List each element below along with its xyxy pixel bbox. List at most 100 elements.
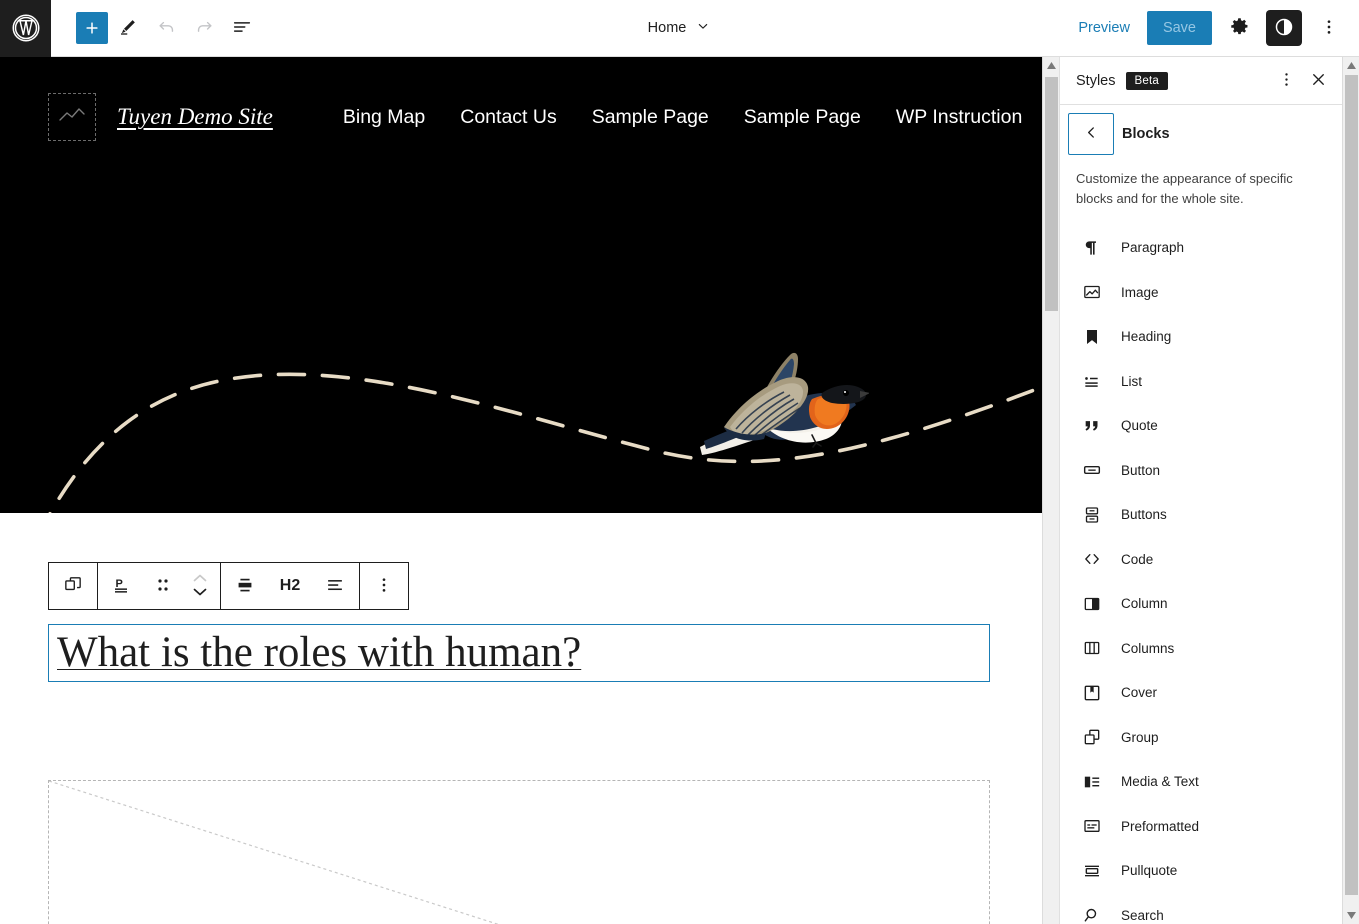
block-item-column[interactable]: Column — [1060, 581, 1342, 626]
list-view-icon — [231, 16, 253, 41]
button-icon — [1080, 458, 1104, 482]
undo-button[interactable] — [148, 10, 184, 46]
block-item-preformatted[interactable]: Preformatted — [1060, 804, 1342, 849]
column-icon — [1080, 592, 1104, 616]
heading-block-selected[interactable]: What is the roles with human? — [48, 624, 990, 682]
block-item-label: Quote — [1121, 418, 1158, 434]
redo-button[interactable] — [186, 10, 222, 46]
top-bar-left-tools — [51, 10, 260, 46]
heading-bookmark-icon — [1080, 325, 1104, 349]
paragraph-transform-icon: P — [110, 573, 134, 600]
columns-icon — [1080, 636, 1104, 660]
block-item-buttons[interactable]: Buttons — [1060, 492, 1342, 537]
styles-toggle-button[interactable] — [1266, 10, 1302, 46]
block-item-heading[interactable]: Heading — [1060, 314, 1342, 359]
settings-button[interactable] — [1221, 10, 1257, 46]
site-title-link[interactable]: Tuyen Demo Site — [117, 104, 273, 130]
site-hero-cover-block[interactable]: Tuyen Demo Site Bing Map Contact Us Samp… — [0, 57, 1042, 513]
cover-icon — [1080, 681, 1104, 705]
block-item-button[interactable]: Button — [1060, 448, 1342, 493]
list-icon — [1080, 369, 1104, 393]
scroll-up-arrow-icon[interactable] — [1043, 57, 1060, 74]
toolbar-group-move: P — [97, 562, 221, 610]
chevron-up-down-icon — [190, 570, 210, 603]
preview-button[interactable]: Preview — [1070, 14, 1138, 42]
nav-item-sample-page-1[interactable]: Sample Page — [592, 106, 709, 129]
block-item-search[interactable]: Search — [1060, 893, 1342, 924]
nav-item-contact-us[interactable]: Contact Us — [460, 106, 556, 129]
heading-block-text[interactable]: What is the roles with human? — [57, 630, 581, 675]
document-title-button[interactable]: Home — [638, 12, 722, 44]
top-bar-right-tools: Preview Save — [1070, 0, 1347, 56]
block-item-media-and-text[interactable]: Media & Text — [1060, 759, 1342, 804]
block-item-code[interactable]: Code — [1060, 537, 1342, 582]
contrast-half-circle-icon — [1273, 16, 1295, 41]
block-item-label: Button — [1121, 462, 1161, 478]
sidebar-scrollbar-thumb[interactable] — [1345, 75, 1358, 895]
block-item-columns[interactable]: Columns — [1060, 626, 1342, 671]
save-button[interactable]: Save — [1146, 11, 1212, 45]
block-item-label: List — [1121, 373, 1143, 389]
block-item-label: Buttons — [1121, 507, 1167, 523]
block-item-label: Search — [1121, 907, 1164, 923]
document-title-label: Home — [647, 20, 687, 36]
add-block-button[interactable] — [76, 12, 108, 44]
search-magnifier-icon — [1080, 903, 1104, 924]
block-item-pullquote[interactable]: Pullquote — [1060, 848, 1342, 893]
site-logo-placeholder[interactable] — [48, 93, 96, 141]
sidebar-more-menu-button[interactable] — [1270, 65, 1302, 97]
toolbar-group-more — [359, 562, 409, 610]
block-options-button[interactable] — [360, 563, 408, 609]
three-dots-vertical-icon — [1277, 70, 1296, 92]
nav-item-bing-map[interactable]: Bing Map — [343, 106, 425, 129]
drag-dots-icon — [155, 576, 171, 597]
block-item-list[interactable]: List — [1060, 359, 1342, 404]
list-view-button[interactable] — [224, 10, 260, 46]
wordpress-logo-icon — [11, 13, 41, 43]
pullquote-icon — [1080, 859, 1104, 883]
flying-bird-illustration — [700, 352, 869, 455]
block-item-group[interactable]: Group — [1060, 715, 1342, 760]
block-item-paragraph[interactable]: Paragraph — [1060, 225, 1342, 270]
edit-tool-button[interactable] — [110, 10, 146, 46]
scroll-up-arrow-icon[interactable] — [1343, 57, 1359, 74]
block-item-label: Image — [1121, 284, 1159, 300]
block-item-image[interactable]: Image — [1060, 270, 1342, 315]
canvas-scrollbar-thumb[interactable] — [1045, 77, 1058, 311]
image-block-placeholder[interactable] — [48, 780, 990, 924]
block-item-label: Cover — [1121, 685, 1158, 701]
scroll-down-arrow-icon[interactable] — [1343, 907, 1359, 924]
block-item-quote[interactable]: Quote — [1060, 403, 1342, 448]
styles-block-list: Paragraph Image Heading List Quote Butto… — [1060, 223, 1342, 924]
placeholder-diagonal-line — [49, 781, 500, 924]
text-align-button[interactable] — [311, 563, 359, 609]
undo-arrow-icon — [156, 16, 177, 40]
drag-handle-button[interactable] — [146, 563, 180, 609]
sidebar-description: Customize the appearance of specific blo… — [1076, 171, 1293, 207]
sidebar-close-button[interactable] — [1302, 65, 1334, 97]
nav-item-wp-instruction[interactable]: WP Instruction — [896, 106, 1022, 129]
more-options-button[interactable] — [1311, 10, 1347, 46]
block-item-label: Columns — [1121, 640, 1175, 656]
nav-item-sample-page-2[interactable]: Sample Page — [744, 106, 861, 129]
block-align-button[interactable] — [221, 563, 269, 609]
site-navigation: Bing Map Contact Us Sample Page Sample P… — [343, 106, 1042, 129]
wordpress-logo-button[interactable] — [0, 0, 51, 57]
sidebar-vertical-scrollbar[interactable] — [1342, 57, 1359, 924]
sidebar-back-button[interactable] — [1068, 113, 1114, 155]
image-placeholder-icon — [57, 104, 87, 131]
canvas-vertical-scrollbar[interactable] — [1042, 57, 1059, 924]
chevron-down-icon — [695, 18, 711, 38]
move-block-updown-button[interactable] — [180, 563, 220, 609]
block-type-switcher-button[interactable]: P — [98, 563, 146, 609]
group-block-icon — [62, 574, 84, 599]
block-item-label: Heading — [1121, 329, 1172, 345]
preformatted-icon — [1080, 814, 1104, 838]
sidebar-body: Blocks Customize the appearance of speci… — [1060, 105, 1342, 924]
chevron-left-icon — [1083, 124, 1100, 144]
heading-level-indicator[interactable]: H2 — [269, 563, 311, 609]
image-icon — [1080, 280, 1104, 304]
block-item-cover[interactable]: Cover — [1060, 670, 1342, 715]
site-header-row: Tuyen Demo Site Bing Map Contact Us Samp… — [0, 57, 1042, 177]
select-parent-block-button[interactable] — [49, 563, 97, 609]
